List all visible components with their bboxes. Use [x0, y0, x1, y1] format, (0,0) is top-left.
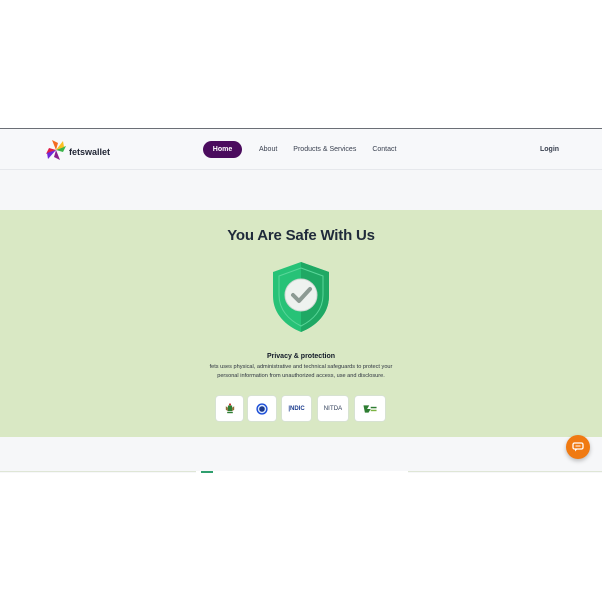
navbar: fetswallet Home About Products & Service…: [0, 129, 602, 170]
ndic-label: |NDIC: [288, 405, 305, 412]
page-frame: fetswallet Home About Products & Service…: [0, 128, 602, 473]
shield-check-icon: [273, 262, 329, 332]
next-section-marker: [201, 471, 213, 473]
safety-section: You Are Safe With Us Privacy & protectio…: [0, 210, 602, 437]
login-link[interactable]: Login: [540, 146, 559, 153]
brand-name: fetswallet: [69, 147, 111, 157]
iso-badge: [248, 396, 276, 421]
green-mark-icon: [363, 404, 377, 413]
nitda-label: NITDA: [323, 405, 343, 412]
nitda-badge: NITDA: [318, 396, 348, 421]
brand-logo[interactable]: fetswallet: [44, 138, 110, 162]
chat-bubble-icon: [572, 442, 584, 452]
privacy-title: Privacy & protection: [266, 353, 336, 360]
fbn-badge: [355, 396, 385, 421]
chat-button[interactable]: [566, 435, 590, 459]
cbn-badge: [216, 396, 243, 421]
nav-about-link[interactable]: About: [259, 141, 277, 158]
next-section-card: [196, 471, 408, 473]
nav-products-services-link[interactable]: Products & Services: [293, 141, 356, 158]
main-nav: Home About Products & Services Contact: [203, 141, 396, 158]
regulator-badges: |NDIC NITDA: [216, 396, 390, 421]
next-section: [0, 437, 602, 473]
nav-home-button[interactable]: Home: [203, 141, 242, 158]
iso-seal-icon: [256, 402, 268, 415]
nav-contact-link[interactable]: Contact: [372, 141, 396, 158]
ndic-badge: |NDIC: [282, 396, 311, 421]
privacy-text: fets uses physical, administrative and t…: [209, 364, 393, 379]
pinwheel-logo-icon: [46, 140, 66, 160]
coat-of-arms-icon: [225, 402, 234, 413]
section-title: You Are Safe With Us: [227, 227, 375, 244]
